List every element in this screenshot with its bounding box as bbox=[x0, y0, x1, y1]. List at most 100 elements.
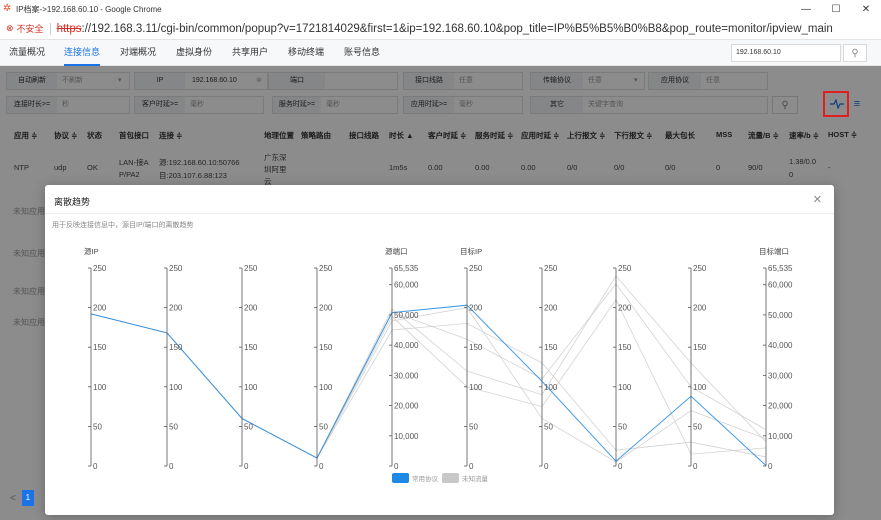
tick-label: 20,000 bbox=[394, 402, 419, 411]
url-text[interactable]: https://192.168.3.11/cgi-bin/common/popu… bbox=[57, 23, 833, 35]
tick-label: 100 bbox=[93, 383, 107, 392]
tick-label: 200 bbox=[544, 304, 558, 313]
tick-label: 150 bbox=[244, 343, 258, 352]
close-window-button[interactable]: ✕ bbox=[851, 0, 881, 18]
tick-label: 50 bbox=[469, 422, 478, 431]
tick-label: 200 bbox=[93, 304, 107, 313]
maximize-button[interactable]: ☐ bbox=[821, 0, 851, 18]
address-bar[interactable]: ⊗ 不安全 https://192.168.3.11/cgi-bin/commo… bbox=[0, 18, 881, 40]
tick-label: 200 bbox=[244, 304, 258, 313]
tick-label: 200 bbox=[618, 304, 632, 313]
tick-label: 250 bbox=[169, 264, 183, 273]
tab-connection-info[interactable]: 连接信息 bbox=[64, 40, 101, 66]
tick-label: 200 bbox=[469, 304, 483, 313]
tick-label: 50 bbox=[544, 422, 553, 431]
tick-label: 60,000 bbox=[768, 281, 793, 290]
window-titlebar: ✲ IP档案->192.168.60.10 - Google Chrome — … bbox=[0, 0, 881, 18]
tick-label: 150 bbox=[169, 343, 183, 352]
axis-name: 源IP bbox=[84, 247, 99, 256]
tick-label: 0 bbox=[244, 462, 249, 471]
pagination: < 1 bbox=[10, 490, 34, 506]
tick-label: 200 bbox=[693, 304, 707, 313]
tick-label: 0 bbox=[469, 462, 474, 471]
tick-label: 50 bbox=[244, 422, 253, 431]
tick-label: 100 bbox=[244, 383, 258, 392]
tab-traffic-overview[interactable]: 流量概况 bbox=[9, 40, 45, 66]
series-line bbox=[90, 298, 767, 459]
series-line bbox=[90, 307, 767, 463]
tick-label: 10,000 bbox=[394, 432, 419, 441]
legend-swatch bbox=[442, 473, 459, 483]
search-icon: ⚲ bbox=[851, 47, 859, 59]
tick-label: 250 bbox=[618, 264, 632, 273]
tick-label: 200 bbox=[169, 304, 183, 313]
tick-label: 250 bbox=[469, 264, 483, 273]
tick-label: 10,000 bbox=[768, 432, 793, 441]
bg-row-app: 未知应用 bbox=[13, 318, 45, 327]
tab-virtual-identity[interactable]: 虚拟身份 bbox=[176, 40, 212, 66]
tick-label: 30,000 bbox=[768, 371, 793, 380]
ip-search-input[interactable]: 192.168.60.10 bbox=[731, 44, 841, 62]
tick-label: 50 bbox=[693, 422, 702, 431]
url-rest: ://192.168.3.11/cgi-bin/common/popup?v=1… bbox=[81, 22, 833, 35]
legend-label: 未知流量 bbox=[462, 474, 489, 483]
tick-label: 250 bbox=[319, 264, 333, 273]
series-line bbox=[90, 275, 767, 459]
tick-label: 250 bbox=[693, 264, 707, 273]
axis-name: 目标端口 bbox=[759, 246, 789, 256]
parallel-coordinates-chart: 250 200 150 100 50 0 源IP 250 200 150 100 50 0 250 200 1… bbox=[84, 246, 793, 483]
legend-swatch bbox=[392, 473, 409, 483]
window-title: IP档案->192.168.60.10 - Google Chrome bbox=[16, 4, 162, 14]
bg-row-app: 未知应用 bbox=[13, 287, 45, 296]
tick-label: 0 bbox=[693, 462, 698, 471]
tick-label: 100 bbox=[693, 383, 707, 392]
tick-label: 150 bbox=[93, 343, 107, 352]
page-1-button[interactable]: 1 bbox=[21, 490, 34, 506]
tick-label: 50 bbox=[93, 422, 102, 431]
tick-label: 250 bbox=[93, 264, 107, 273]
tick-label: 20,000 bbox=[768, 402, 793, 411]
tick-label: 0 bbox=[618, 462, 623, 471]
bg-row-app: 未知应用 bbox=[13, 249, 45, 258]
tick-label: 30,000 bbox=[394, 371, 419, 380]
tick-label: 50 bbox=[618, 422, 627, 431]
prev-page-button[interactable]: < bbox=[10, 493, 16, 504]
tick-label: 250 bbox=[244, 264, 258, 273]
trend-modal: 离散趋势 ✕ 用于反映连接信息中，源目IP/端口的离散趋势 250 200 150 1… bbox=[45, 185, 834, 515]
highlight-box bbox=[823, 91, 849, 117]
tick-label: 60,000 bbox=[394, 281, 419, 290]
app-favicon-icon: ✲ bbox=[3, 3, 12, 14]
tick-label: 65,535 bbox=[768, 264, 793, 273]
tick-label: 150 bbox=[693, 343, 707, 352]
url-scheme: https bbox=[56, 22, 82, 35]
window-controls: — ☐ ✕ bbox=[791, 0, 881, 18]
tick-label: 50 bbox=[169, 422, 178, 431]
axis-name: 源端口 bbox=[385, 246, 408, 256]
ip-search-button[interactable]: ⚲ bbox=[843, 44, 867, 62]
tick-label: 0 bbox=[319, 462, 324, 471]
tick-label: 150 bbox=[319, 343, 333, 352]
tick-label: 40,000 bbox=[768, 341, 793, 350]
bg-row-app: 未知应用 bbox=[13, 207, 45, 216]
tab-peer-overview[interactable]: 对端概况 bbox=[120, 40, 156, 66]
series-line bbox=[90, 313, 767, 459]
tab-shared-users[interactable]: 共享用户 bbox=[232, 40, 268, 66]
divider bbox=[49, 22, 51, 35]
tick-label: 0 bbox=[768, 462, 773, 471]
legend-label: 常用协议 bbox=[412, 474, 439, 483]
tick-label: 0 bbox=[544, 462, 549, 471]
tab-account-info[interactable]: 账号信息 bbox=[344, 40, 380, 66]
tick-label: 100 bbox=[169, 383, 183, 392]
tick-label: 65,535 bbox=[394, 264, 419, 273]
tick-label: 150 bbox=[469, 343, 483, 352]
warning-icon: ⊗ bbox=[6, 23, 14, 33]
tab-mobile-terminal[interactable]: 移动终端 bbox=[288, 40, 324, 66]
tick-label: 100 bbox=[469, 383, 483, 392]
tick-label: 0 bbox=[394, 462, 399, 471]
axis-name: 目标IP bbox=[460, 246, 482, 256]
tick-label: 100 bbox=[319, 383, 333, 392]
series-line bbox=[90, 304, 767, 466]
minimize-button[interactable]: — bbox=[791, 0, 821, 18]
security-label[interactable]: 不安全 bbox=[17, 22, 44, 35]
tick-label: 40,000 bbox=[394, 341, 419, 350]
